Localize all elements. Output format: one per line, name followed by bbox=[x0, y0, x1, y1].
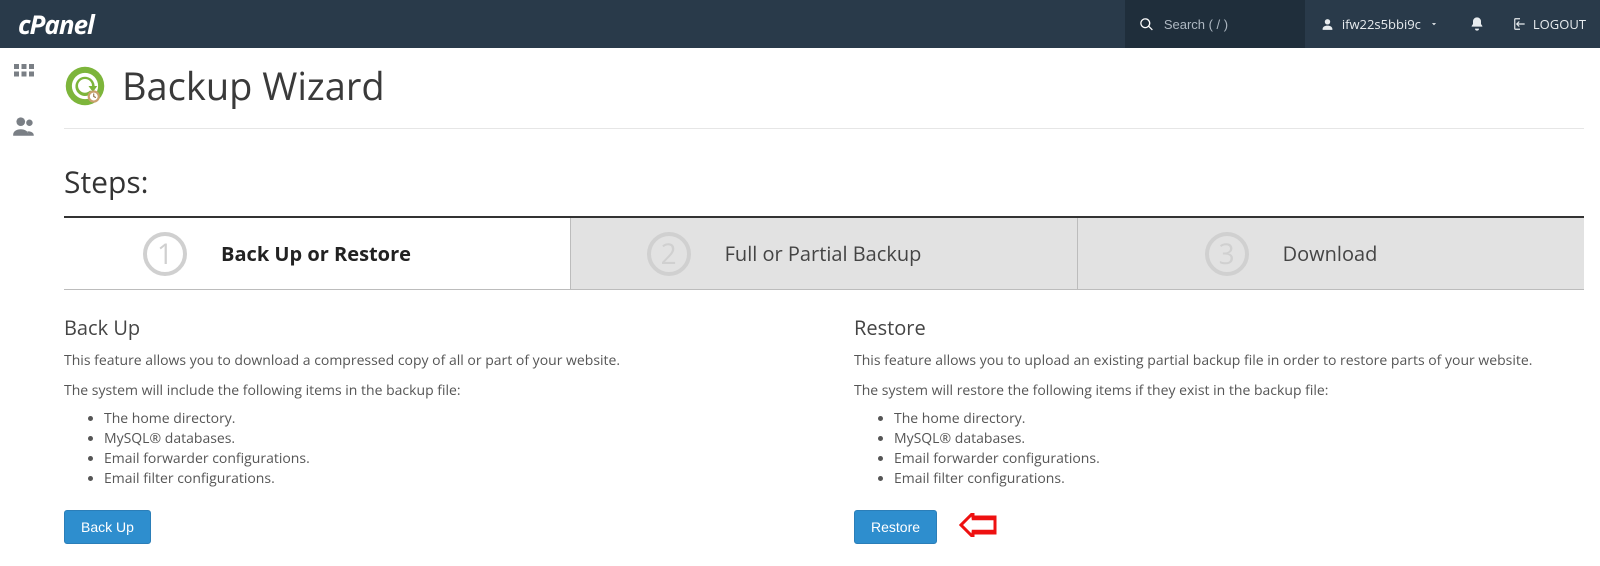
logout-button[interactable]: LOGOUT bbox=[1499, 0, 1600, 48]
backup-desc-2: The system will include the following it… bbox=[64, 379, 794, 403]
steps-bar: 1 Back Up or Restore 2 Full or Partial B… bbox=[64, 216, 1584, 290]
username-label: ifw22s5bbi9c bbox=[1342, 15, 1421, 33]
backup-heading: Back Up bbox=[64, 314, 794, 341]
list-item: Email forwarder configurations. bbox=[894, 449, 1584, 469]
page-title: Backup Wizard bbox=[122, 60, 385, 112]
logout-label: LOGOUT bbox=[1533, 15, 1586, 33]
restore-desc-1: This feature allows you to upload an exi… bbox=[854, 349, 1584, 373]
restore-desc-2: The system will restore the following it… bbox=[854, 379, 1584, 403]
search-input[interactable] bbox=[1164, 17, 1284, 32]
step-3[interactable]: 3 Download bbox=[1078, 218, 1584, 289]
backup-desc-1: This feature allows you to download a co… bbox=[64, 349, 794, 373]
notifications-button[interactable] bbox=[1455, 0, 1499, 48]
annotation-arrow-icon bbox=[959, 513, 997, 542]
logout-icon bbox=[1513, 17, 1527, 31]
restore-button[interactable]: Restore bbox=[854, 510, 937, 544]
content-columns: Back Up This feature allows you to downl… bbox=[64, 314, 1584, 544]
search-container[interactable] bbox=[1125, 0, 1305, 48]
top-navbar: cPanel ifw22s5bbi9c LOGOUT bbox=[0, 0, 1600, 48]
list-item: The home directory. bbox=[894, 409, 1584, 429]
left-sidebar bbox=[0, 48, 48, 566]
step-2-label: Full or Partial Backup bbox=[725, 240, 922, 267]
bell-icon bbox=[1469, 16, 1485, 32]
backup-items-list: The home directory. MySQL® databases. Em… bbox=[104, 409, 794, 490]
list-item: The home directory. bbox=[104, 409, 794, 429]
step-1-number: 1 bbox=[143, 232, 187, 276]
step-2-number: 2 bbox=[647, 232, 691, 276]
list-item: Email filter configurations. bbox=[894, 469, 1584, 489]
user-menu[interactable]: ifw22s5bbi9c bbox=[1305, 0, 1455, 48]
restore-heading: Restore bbox=[854, 314, 1584, 341]
user-icon bbox=[1321, 18, 1334, 31]
step-3-number: 3 bbox=[1205, 232, 1249, 276]
backup-wizard-icon bbox=[64, 65, 106, 107]
restore-items-list: The home directory. MySQL® databases. Em… bbox=[894, 409, 1584, 490]
list-item: Email forwarder configurations. bbox=[104, 449, 794, 469]
restore-column: Restore This feature allows you to uploa… bbox=[854, 314, 1584, 544]
page-header: Backup Wizard bbox=[64, 60, 1584, 129]
users-icon[interactable] bbox=[11, 113, 37, 144]
list-item: MySQL® databases. bbox=[894, 429, 1584, 449]
step-3-label: Download bbox=[1283, 240, 1378, 267]
caret-down-icon bbox=[1429, 19, 1439, 29]
apps-grid-icon[interactable] bbox=[12, 62, 36, 91]
steps-heading: Steps: bbox=[64, 161, 1584, 202]
search-icon bbox=[1139, 17, 1154, 32]
backup-column: Back Up This feature allows you to downl… bbox=[64, 314, 794, 544]
backup-button[interactable]: Back Up bbox=[64, 510, 151, 544]
step-1-label: Back Up or Restore bbox=[221, 240, 411, 267]
logo-text: cPanel bbox=[18, 6, 94, 42]
step-2[interactable]: 2 Full or Partial Backup bbox=[571, 218, 1078, 289]
list-item: Email filter configurations. bbox=[104, 469, 794, 489]
cpanel-logo[interactable]: cPanel bbox=[0, 0, 112, 48]
list-item: MySQL® databases. bbox=[104, 429, 794, 449]
step-1[interactable]: 1 Back Up or Restore bbox=[64, 218, 571, 289]
main-content: Backup Wizard Steps: 1 Back Up or Restor… bbox=[48, 48, 1600, 564]
